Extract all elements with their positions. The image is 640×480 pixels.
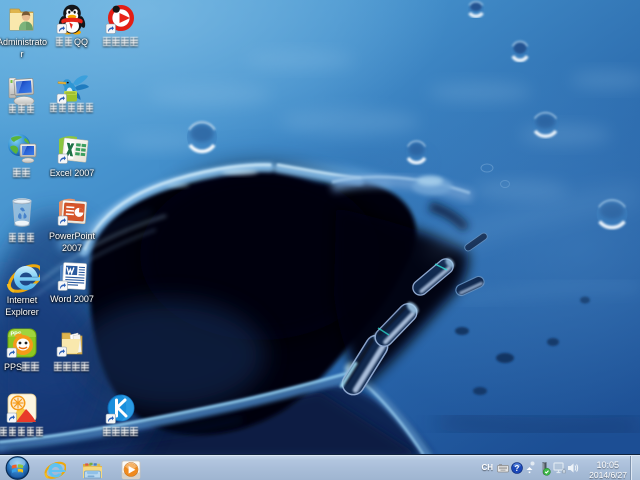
- svg-text:?: ?: [515, 464, 520, 473]
